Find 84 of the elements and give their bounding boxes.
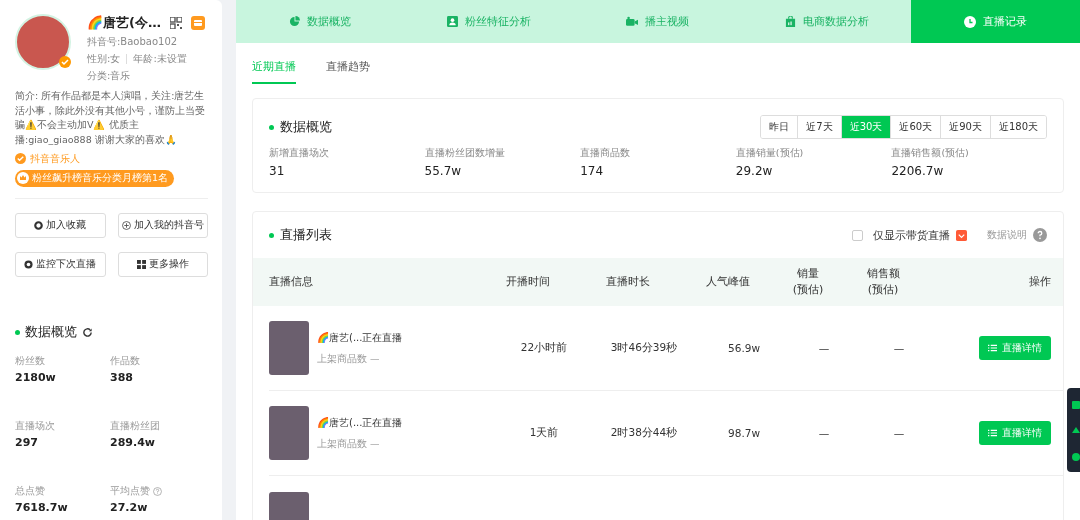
qr-code-icon[interactable] <box>169 17 182 29</box>
action-button[interactable]: 加入我的抖音号 <box>117 213 208 239</box>
gender-text: 性别:女 <box>87 52 121 66</box>
column-header: 开播时间 <box>505 273 551 290</box>
verified-check-icon <box>59 56 71 68</box>
table-cell-text: — <box>817 342 831 354</box>
filter-label: 仅显示带货直播 <box>873 227 950 243</box>
action-button[interactable]: 更多操作 <box>117 252 208 278</box>
stat-label: 平均点赞 <box>110 485 150 499</box>
section-title: 数据概览 <box>25 323 77 342</box>
table-cell-text: 56.9w <box>727 342 761 354</box>
table-cell-text: 22小时前 <box>519 341 569 355</box>
table-cell-text: — <box>817 427 831 439</box>
grid-icon <box>136 260 146 270</box>
product-count: 上架商品数 — <box>317 437 381 451</box>
help-icon[interactable] <box>1033 228 1047 242</box>
douyin-id: 抖音号:Baobao102 <box>87 35 179 49</box>
plus-circle-icon <box>121 221 131 231</box>
stat-label: 新增直播场次 <box>269 147 330 160</box>
stream-title[interactable]: 🌈唐艺(...正在直播 <box>317 330 403 345</box>
stream-thumbnail-placeholder <box>269 321 309 375</box>
stat-label: 直播粉丝团 <box>110 420 160 434</box>
stat-label: 直播销量(预估) <box>735 147 805 160</box>
stream-title[interactable]: 🌈唐艺(...正在直播 <box>317 415 403 430</box>
checkbox[interactable] <box>852 229 863 241</box>
sub-tab[interactable]: 直播趋势 <box>326 59 370 84</box>
stat-label: 直播销售额(预估) <box>891 147 970 160</box>
shopping-bag-icon <box>784 16 796 27</box>
table-cell-text: 98.7w <box>727 427 761 439</box>
column-header: 直播时长 <box>605 273 651 290</box>
list-icon <box>988 429 997 437</box>
stat-label: 直播场次 <box>15 420 55 434</box>
stream-thumbnail-placeholder <box>269 406 309 460</box>
ring-icon <box>34 221 44 231</box>
stat-label: 总点赞 <box>15 485 45 499</box>
range-button[interactable]: 近180天 <box>989 116 1046 138</box>
stat-value: 174 <box>580 164 605 178</box>
shop-icon[interactable] <box>190 16 205 30</box>
stat-value: 7618.7w <box>15 501 69 515</box>
card-title: 数据概览 <box>280 118 332 136</box>
pie-chart-icon <box>289 16 301 27</box>
check-badge-icon <box>15 153 26 165</box>
product-count: 上架商品数 — <box>317 352 381 366</box>
stat-value: 27.2w <box>110 501 149 515</box>
column-header: 直播信息 <box>268 273 314 290</box>
table-cell-text: — <box>892 342 906 354</box>
action-button[interactable]: 监控下次直播 <box>15 252 106 278</box>
stat-value: 2180w <box>15 371 57 385</box>
table-cell-text: 1天前 <box>528 426 560 440</box>
stat-value: 2206.7w <box>891 164 945 178</box>
stat-label: 作品数 <box>110 355 140 369</box>
musician-label: 抖音音乐人 <box>30 151 80 166</box>
table-cell-text: 3时46分39秒 <box>609 341 679 355</box>
help-icon[interactable] <box>153 487 162 497</box>
stat-value: 55.7w <box>424 164 463 178</box>
stat-value: 31 <box>269 164 286 178</box>
refresh-icon[interactable] <box>82 326 93 338</box>
stat-value: 297 <box>15 436 39 450</box>
stat-label: 直播粉丝团数增量 <box>424 147 506 160</box>
stat-label: 直播商品数 <box>580 147 632 160</box>
rank-badge: 粉丝飙升榜音乐分类月榜第1名 <box>15 169 175 187</box>
table-cell-text: — <box>892 427 906 439</box>
profile-name: 🌈唐艺(今… <box>87 14 161 32</box>
stat-value: 388 <box>110 371 134 385</box>
clock-icon <box>964 15 977 28</box>
table-cell-text: 2时38分44秒 <box>609 426 679 440</box>
crown-icon <box>17 172 29 185</box>
column-header: 销量 (预估) <box>791 265 825 298</box>
stat-value: 289.4w <box>110 436 156 450</box>
stat-label: 粉丝数 <box>15 355 45 369</box>
category-text: 分类:音乐 <box>87 69 132 83</box>
list-icon <box>988 344 997 352</box>
column-header: 人气峰值 <box>705 273 751 290</box>
record-icon <box>24 260 34 270</box>
stat-value: 29.2w <box>735 164 774 178</box>
shop-bag-icon <box>956 229 967 241</box>
bio-text: 简介: 所有作品都是本人演唱，关注:唐艺生活小事，除此外没有其他小号，谨防上当受骗⚠不会主动加V⚠ 优质主播:giao_giao888 谢谢大家的喜欢🙏 <box>15 89 206 148</box>
column-header: 操作 <box>1028 273 1052 290</box>
column-header: 销售额 (预估) <box>865 265 901 298</box>
card-title: 直播列表 <box>280 226 332 244</box>
person-card-icon <box>447 16 459 27</box>
video-camera-icon <box>626 16 639 27</box>
action-button[interactable]: 加入收藏 <box>15 213 106 239</box>
age-text: 年龄:未设置 <box>133 52 187 66</box>
